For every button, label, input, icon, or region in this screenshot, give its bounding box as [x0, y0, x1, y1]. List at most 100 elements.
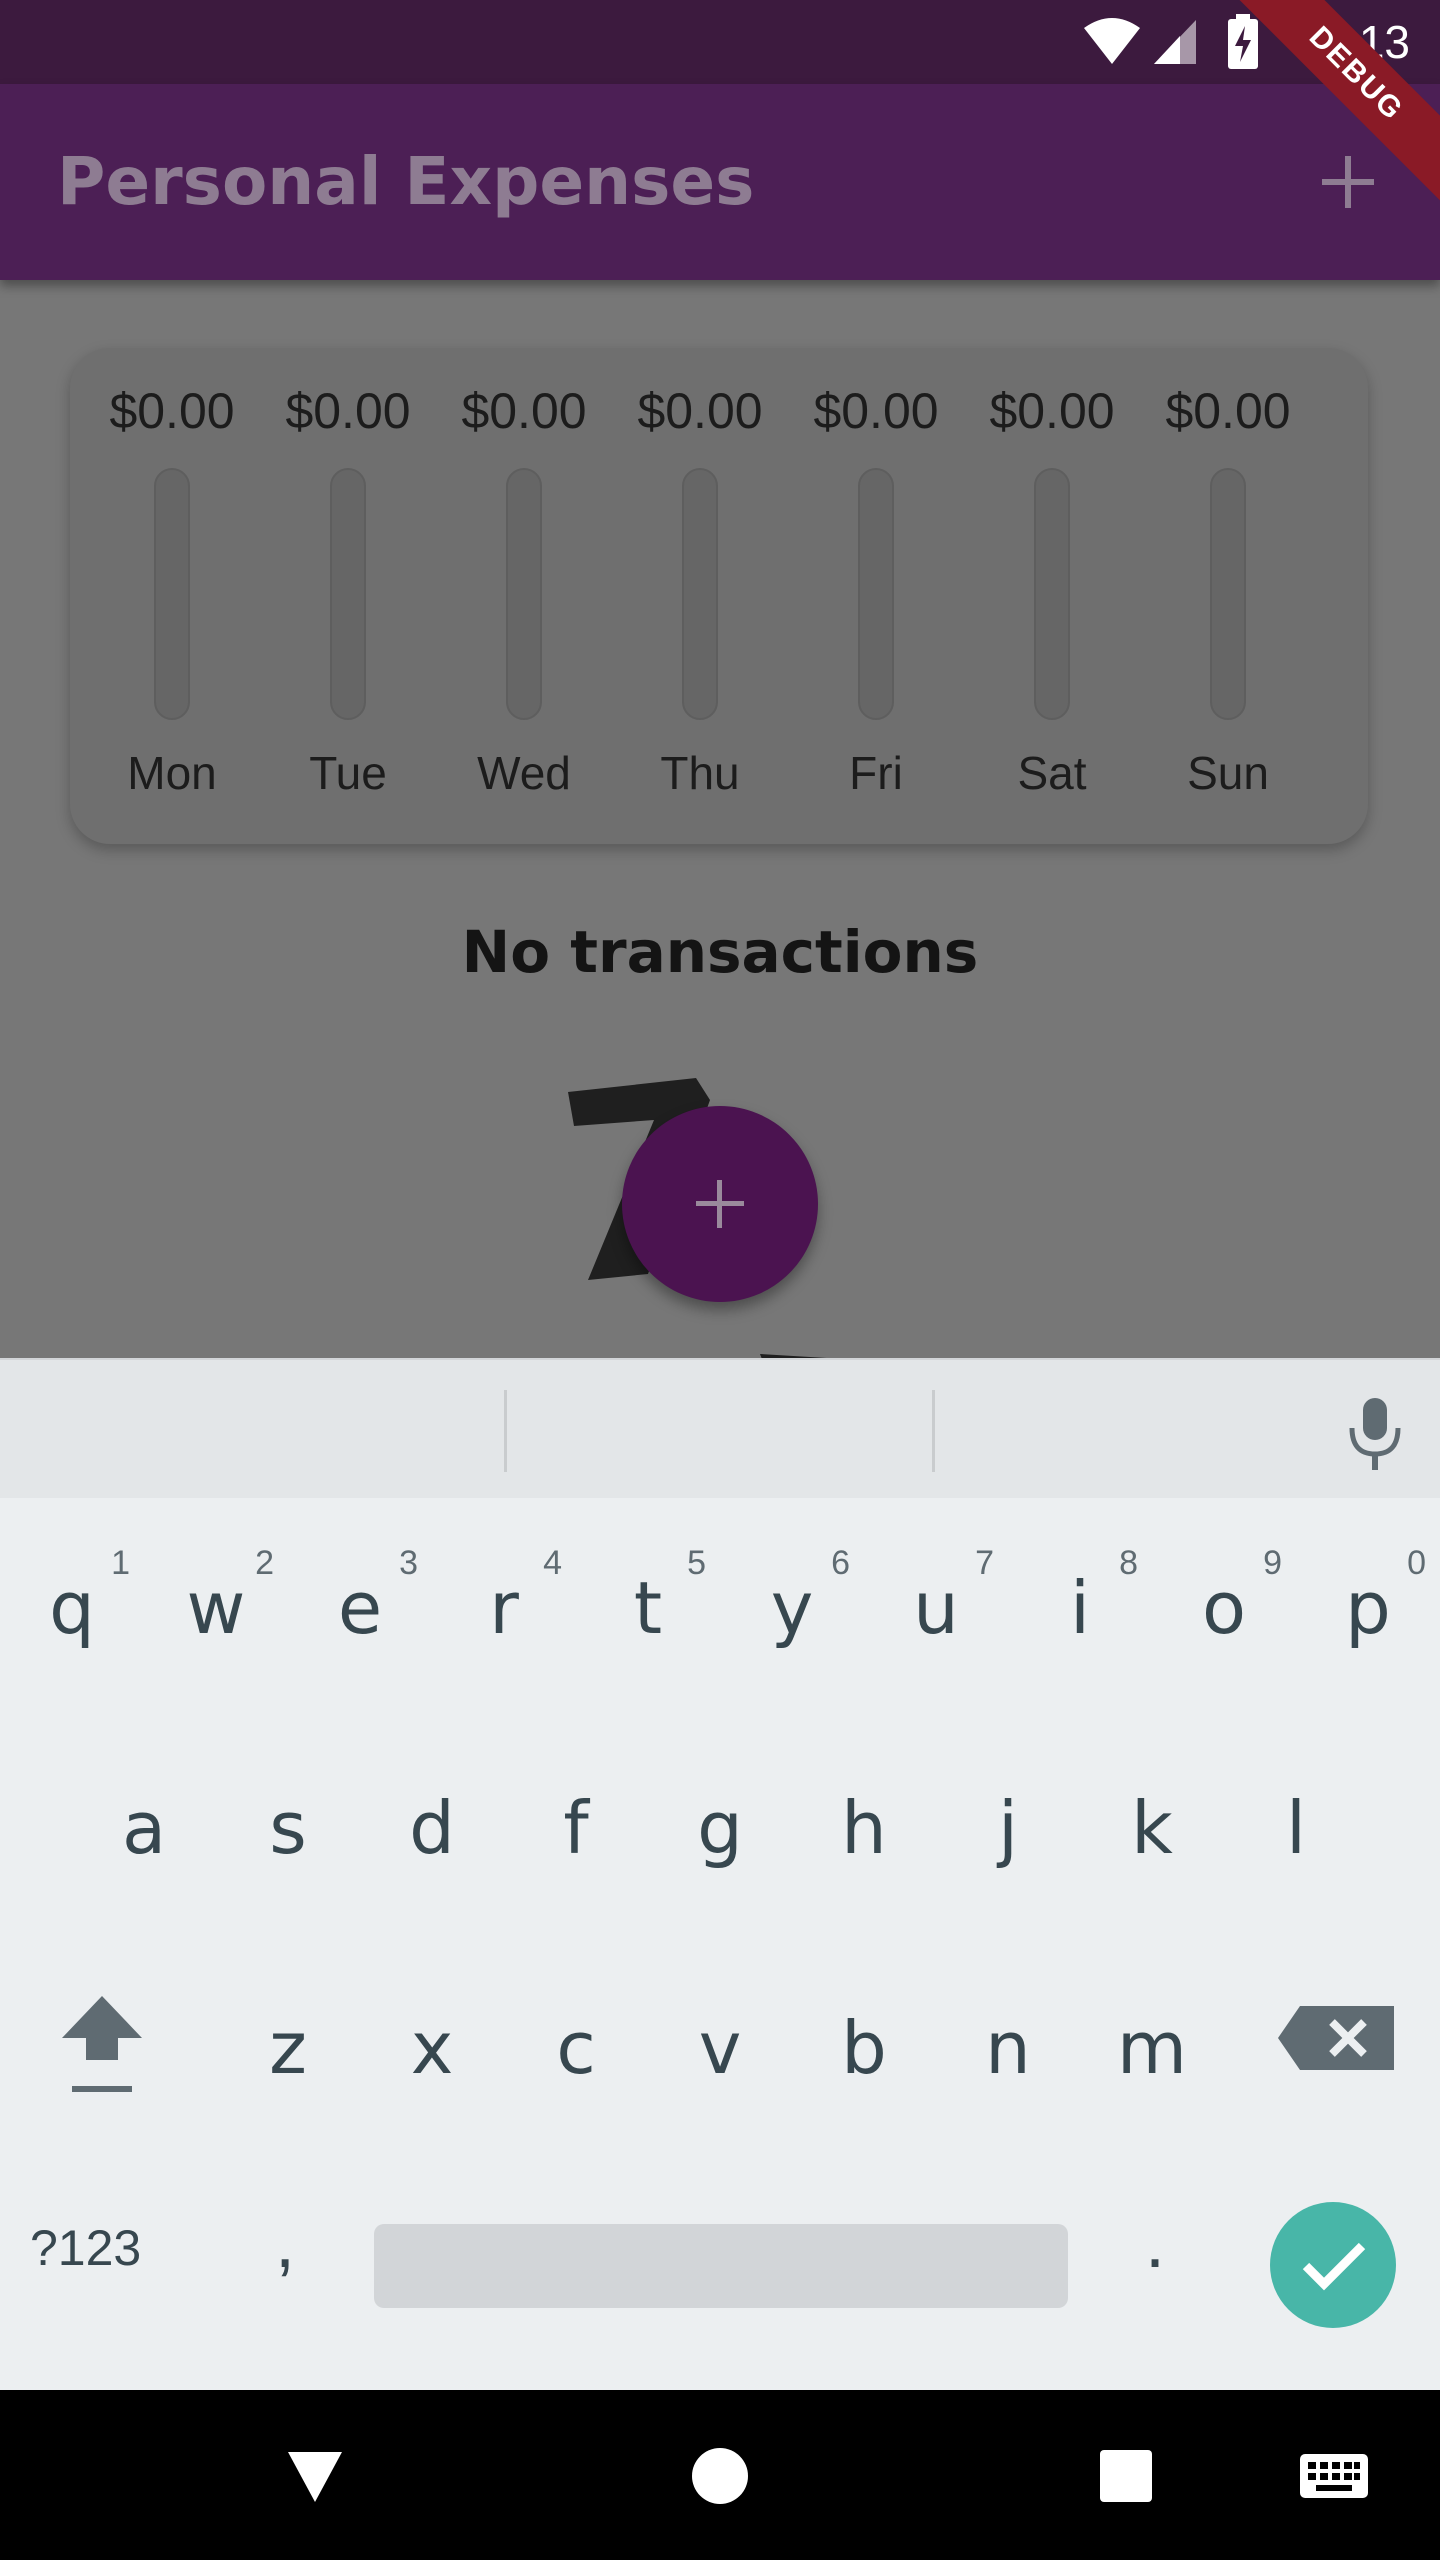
status-bar: 10:13	[0, 0, 1440, 84]
space-key[interactable]	[374, 2224, 1068, 2308]
key-z[interactable]: z	[216, 1958, 360, 2138]
empty-state-message: No transactions	[461, 918, 979, 986]
key-g[interactable]: g	[648, 1738, 792, 1918]
key-label: r	[489, 1566, 519, 1650]
day-label: Wed	[477, 747, 571, 799]
key-label: n	[985, 2006, 1031, 2090]
day-label: Fri	[849, 747, 903, 799]
back-icon[interactable]	[282, 2442, 348, 2508]
key-label: e	[337, 1566, 383, 1650]
period-key[interactable]: .	[1100, 2178, 1210, 2318]
done-key[interactable]	[1270, 2202, 1396, 2328]
add-icon	[696, 1180, 744, 1228]
chart-bar-fri: $0.00 Fri	[788, 348, 964, 844]
voice-input-button[interactable]	[1340, 1394, 1410, 1474]
key-label: u	[913, 1566, 959, 1650]
key-l[interactable]: l	[1224, 1738, 1368, 1918]
key-d[interactable]: d	[360, 1738, 504, 1918]
add-icon	[1322, 156, 1374, 208]
app-bar: Personal Expenses	[0, 84, 1440, 280]
day-amount: $0.00	[285, 383, 411, 439]
comma-key[interactable]: ,	[230, 2178, 340, 2318]
key-r[interactable]: 4 r	[432, 1518, 576, 1698]
key-y[interactable]: 6 y	[720, 1518, 864, 1698]
chart-bar-tue: $0.00 Tue	[260, 348, 436, 844]
backspace-key[interactable]	[1270, 1988, 1410, 2088]
key-p[interactable]: 0 p	[1296, 1518, 1440, 1698]
key-label: v	[698, 2006, 742, 2090]
spending-bar	[1210, 468, 1246, 720]
key-label: m	[1116, 2006, 1188, 2090]
key-label: x	[410, 2006, 454, 2090]
wifi-icon	[1084, 18, 1140, 64]
key-label: j	[997, 1786, 1018, 1870]
day-amount: $0.00	[109, 383, 235, 439]
backspace-icon	[1278, 2006, 1394, 2070]
key-h[interactable]: h	[792, 1738, 936, 1918]
key-w[interactable]: 2 w	[144, 1518, 288, 1698]
spending-bar	[858, 468, 894, 720]
symbols-key[interactable]: ?123	[30, 2198, 190, 2298]
key-label: d	[409, 1786, 455, 1870]
weekly-chart-card: $0.00 Mon $0.00 Tue $0.00 Wed $0.00 Thu …	[70, 348, 1368, 844]
home-icon[interactable]	[690, 2446, 750, 2506]
add-transaction-fab[interactable]	[622, 1106, 818, 1302]
day-label: Thu	[660, 747, 740, 799]
day-amount: $0.00	[813, 383, 939, 439]
shift-key[interactable]	[30, 1986, 174, 2126]
battery-charging-icon	[1228, 14, 1258, 69]
key-label: i	[1069, 1566, 1090, 1650]
key-label: o	[1201, 1566, 1247, 1650]
suggestion-strip	[0, 1358, 1440, 1498]
shift-icon	[62, 1996, 142, 2092]
key-label: t	[633, 1566, 663, 1650]
day-label: Tue	[309, 747, 387, 799]
chart-bar-sat: $0.00 Sat	[964, 348, 1140, 844]
key-v[interactable]: v	[648, 1958, 792, 2138]
soft-keyboard: 1 q 2 w 3 e 4 r 5 t 6 y 7 u 8 i 9 o 0 p …	[0, 1358, 1440, 2390]
spending-bar	[1034, 468, 1070, 720]
day-label: Sat	[1017, 747, 1087, 799]
key-f[interactable]: f	[504, 1738, 648, 1918]
key-label: s	[269, 1786, 307, 1870]
key-label: l	[1285, 1786, 1306, 1870]
day-amount: $0.00	[637, 383, 763, 439]
suggestion-divider	[932, 1390, 935, 1472]
key-label: w	[186, 1566, 246, 1650]
key-o[interactable]: 9 o	[1152, 1518, 1296, 1698]
key-label: a	[121, 1786, 167, 1870]
day-amount: $0.00	[989, 383, 1115, 439]
suggestion-divider	[504, 1390, 507, 1472]
day-label: Mon	[127, 747, 217, 799]
key-j[interactable]: j	[936, 1738, 1080, 1918]
system-nav-bar	[0, 2390, 1440, 2560]
keyboard-switch-icon[interactable]	[1298, 2450, 1370, 2502]
key-t[interactable]: 5 t	[576, 1518, 720, 1698]
key-q[interactable]: 1 q	[0, 1518, 144, 1698]
key-label: p	[1345, 1566, 1391, 1650]
key-c[interactable]: c	[504, 1958, 648, 2138]
day-amount: $0.00	[461, 383, 587, 439]
key-b[interactable]: b	[792, 1958, 936, 2138]
key-label: g	[697, 1786, 743, 1870]
key-e[interactable]: 3 e	[288, 1518, 432, 1698]
spending-bar	[682, 468, 718, 720]
key-label: f	[563, 1786, 589, 1870]
add-transaction-button[interactable]	[1300, 134, 1396, 230]
signal-icon	[1154, 20, 1196, 64]
key-m[interactable]: m	[1080, 1958, 1224, 2138]
key-label: z	[269, 2006, 307, 2090]
key-a[interactable]: a	[72, 1738, 216, 1918]
chart-bar-wed: $0.00 Wed	[436, 348, 612, 844]
key-s[interactable]: s	[216, 1738, 360, 1918]
key-i[interactable]: 8 i	[1008, 1518, 1152, 1698]
spending-bar	[154, 468, 190, 720]
spending-bar	[506, 468, 542, 720]
recents-icon[interactable]	[1098, 2448, 1154, 2504]
key-n[interactable]: n	[936, 1958, 1080, 2138]
key-label: y	[770, 1566, 814, 1650]
key-u[interactable]: 7 u	[864, 1518, 1008, 1698]
chart-bar-mon: $0.00 Mon	[84, 348, 260, 844]
key-k[interactable]: k	[1080, 1738, 1224, 1918]
key-x[interactable]: x	[360, 1958, 504, 2138]
